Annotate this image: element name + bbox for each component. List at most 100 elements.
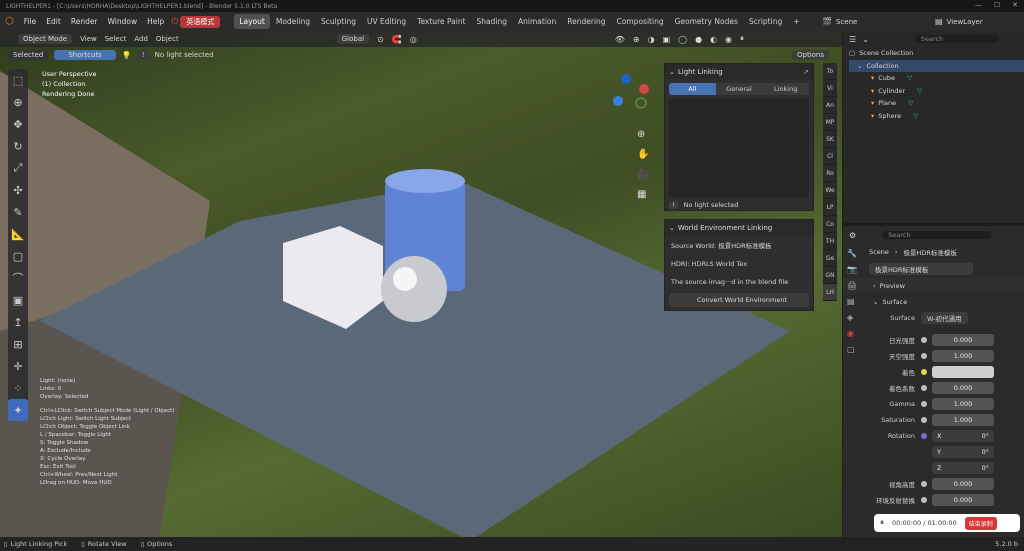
convert-world-button[interactable]: Convert World Environment (669, 293, 809, 307)
light-list[interactable] (669, 99, 809, 197)
filter-icon[interactable]: ⌄ (862, 35, 869, 44)
tab-uv-editing[interactable]: UV Editing (362, 14, 411, 29)
proportional-icon[interactable]: ◎ (410, 35, 417, 44)
mode-selector[interactable]: Object Mode (18, 34, 73, 44)
add-workspace-icon[interactable]: + (788, 14, 804, 29)
tab-shading[interactable]: Shading (472, 14, 512, 29)
light-linking-header[interactable]: ⌄ Light Linking ➚ (665, 64, 813, 79)
shading-rendered-icon[interactable]: ◉ (725, 35, 732, 44)
scale-tool-icon[interactable]: ⤢ (8, 157, 28, 179)
measure-tool-icon[interactable]: 📐 (8, 223, 28, 245)
snap-tool-icon[interactable]: ⊞ (8, 333, 28, 355)
add-cube-tool-icon[interactable]: ▢ (8, 245, 28, 267)
side-tab[interactable]: To (823, 63, 837, 80)
side-tab[interactable]: TH (823, 233, 837, 250)
move-tool-icon[interactable]: ✥ (8, 113, 28, 135)
tab-geometry-nodes[interactable]: Geometry Nodes (670, 14, 743, 29)
tab-general[interactable]: General (716, 83, 763, 95)
menu-render[interactable]: Render (66, 12, 103, 31)
selected-dropdown[interactable]: Selected (8, 50, 49, 60)
snap-icon[interactable]: 🧲 (392, 35, 402, 44)
side-tab[interactable]: Co (823, 216, 837, 233)
menu-file[interactable]: File (19, 12, 42, 31)
tab-sculpting[interactable]: Sculpting (316, 14, 361, 29)
tab-animation[interactable]: Animation (513, 14, 561, 29)
side-tab[interactable]: Vi (823, 80, 837, 97)
menu-edit[interactable]: Edit (41, 12, 66, 31)
transform-tool-icon[interactable]: ✣ (8, 179, 28, 201)
xray-icon[interactable]: ▣ (663, 35, 671, 44)
tab-rendering[interactable]: Rendering (562, 14, 610, 29)
pause-icon[interactable]: ⏸ (880, 518, 884, 528)
side-tab[interactable]: We (823, 182, 837, 199)
collection-tab-icon[interactable]: ▢ (847, 342, 857, 358)
tab-linking[interactable]: Linking (762, 83, 809, 95)
zoom-icon[interactable]: ⊕ (637, 125, 649, 145)
select-tool-icon[interactable]: ⬚ (8, 69, 28, 91)
prop-value[interactable]: 0.000 (932, 478, 994, 490)
visibility-icon[interactable]: 👁 (615, 35, 625, 44)
prop-value[interactable]: 0.000 (932, 334, 994, 346)
scatter-tool-icon[interactable]: ⁘ (8, 377, 28, 399)
scene-tab-icon[interactable]: ◈ (847, 310, 857, 326)
maximize-icon[interactable]: ☐ (994, 1, 1000, 9)
gizmo-icon[interactable]: ⊕ (633, 35, 640, 44)
prop-value[interactable]: 1.000 (932, 414, 994, 426)
gizmo-tool-icon[interactable]: ✛ (8, 355, 28, 377)
camera-view-icon[interactable]: 🎥 (637, 165, 649, 185)
rotation-x[interactable]: X 0° (932, 430, 994, 442)
lang-mode-button[interactable]: 英语模式 (180, 15, 221, 28)
side-tab[interactable]: LP (823, 199, 837, 216)
tab-all[interactable]: All (669, 83, 716, 95)
outliner-item-cube[interactable]: ▾ Cube ▽ (849, 72, 1024, 85)
outliner-item-sphere[interactable]: ▾ Sphere ▽ (849, 110, 1024, 123)
side-tab[interactable]: An (823, 97, 837, 114)
outliner-editor-icon[interactable]: ☰ (849, 35, 856, 44)
rotation-z[interactable]: Z 0° (932, 462, 994, 474)
camera-tool-icon[interactable]: ▣ (8, 289, 28, 311)
tool-tab-icon[interactable]: 🔧 (847, 246, 857, 262)
world-env-header[interactable]: ⌄ World Environment Linking (665, 220, 813, 235)
light-link-tool-icon[interactable]: ✦ (8, 399, 28, 421)
tab-modeling[interactable]: Modeling (271, 14, 315, 29)
side-tab[interactable]: SK (823, 131, 837, 148)
preview-section[interactable]: › Preview (843, 278, 1024, 294)
breadcrumb-scene[interactable]: Scene (869, 248, 889, 256)
prop-value[interactable]: 1.000 (932, 350, 994, 362)
side-tab[interactable]: Ge (823, 250, 837, 267)
world-name-field[interactable]: 极景HDR标准模板 (869, 263, 973, 275)
view-layer-selector[interactable]: ▤ ViewLayer (935, 17, 983, 26)
menu-view[interactable]: View (80, 35, 97, 43)
side-tab-active[interactable]: LH (823, 284, 837, 301)
collection-row[interactable]: ⌄ Collection (849, 59, 1024, 72)
scene-selector[interactable]: 🎬 Scene (822, 17, 857, 26)
pivot-icon[interactable]: ⊙ (377, 35, 384, 44)
outliner-item-plane[interactable]: ▾ Plane ▽ (849, 97, 1024, 110)
menu-add[interactable]: Add (134, 35, 148, 43)
view-layer-tab-icon[interactable]: ▤ (847, 294, 857, 310)
rotate-tool-icon[interactable]: ↻ (8, 135, 28, 157)
menu-select[interactable]: Select (105, 35, 127, 43)
transform-orientation[interactable]: Global (336, 34, 370, 44)
menu-window[interactable]: Window (103, 12, 143, 31)
shading-material-icon[interactable]: ◐ (710, 35, 717, 44)
prop-value[interactable]: 1.000 (932, 398, 994, 410)
properties-search[interactable]: Search (882, 231, 993, 239)
surface-value[interactable]: W-初代通用 (921, 312, 968, 324)
outliner-search[interactable]: Search (914, 35, 999, 43)
pause-icon[interactable]: ⏸ (740, 34, 744, 44)
viewport-3d[interactable]: Object Mode View Select Add Object Globa… (0, 31, 842, 537)
breadcrumb-world[interactable]: 极景HDR标准模板 (903, 247, 956, 257)
shortcuts-button[interactable]: Shortcuts (54, 50, 116, 60)
world-selector[interactable]: 极景HDR标准模板 (843, 260, 1024, 278)
render-tab-icon[interactable]: 📷 (847, 262, 857, 278)
prop-value[interactable]: 0.000 (932, 382, 994, 394)
annotate-tool-icon[interactable]: ✎ (8, 201, 28, 223)
properties-editor-icon[interactable]: ⚙ (849, 231, 856, 240)
menu-object[interactable]: Object (156, 35, 179, 43)
cursor-icon[interactable]: ➚ (803, 68, 809, 76)
close-icon[interactable]: ✕ (1012, 1, 1018, 9)
tab-compositing[interactable]: Compositing (612, 14, 669, 29)
menu-help[interactable]: Help (142, 12, 169, 31)
pan-icon[interactable]: ✋ (637, 145, 649, 165)
